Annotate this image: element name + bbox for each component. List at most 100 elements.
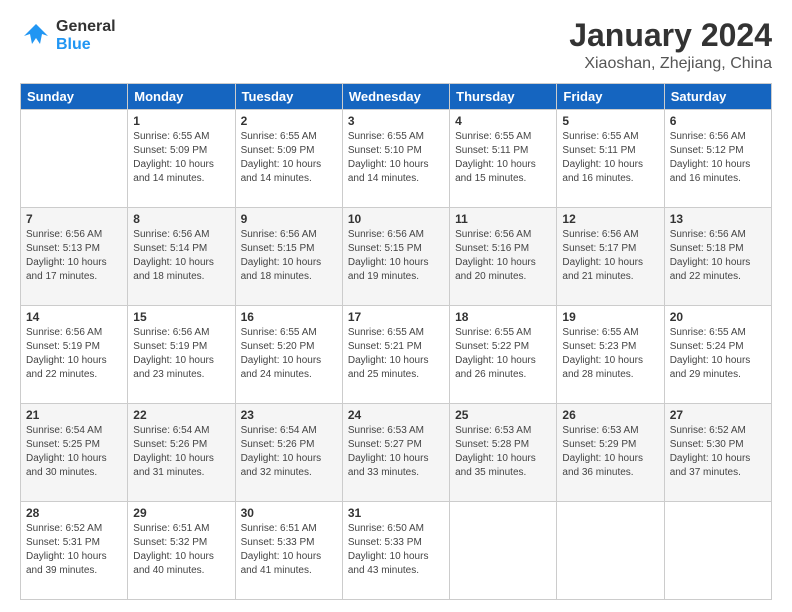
- weekday-header-friday: Friday: [557, 84, 664, 110]
- weekday-header-saturday: Saturday: [664, 84, 771, 110]
- day-number: 4: [455, 114, 551, 128]
- day-number: 26: [562, 408, 658, 422]
- day-info: Sunrise: 6:53 AMSunset: 5:27 PMDaylight:…: [348, 424, 444, 480]
- weekday-header-thursday: Thursday: [450, 84, 557, 110]
- day-number: 17: [348, 310, 444, 324]
- calendar-cell: 30 Sunrise: 6:51 AMSunset: 5:33 PMDaylig…: [235, 502, 342, 600]
- day-info: Sunrise: 6:56 AMSunset: 5:18 PMDaylight:…: [670, 228, 766, 284]
- calendar-cell: 4 Sunrise: 6:55 AMSunset: 5:11 PMDayligh…: [450, 110, 557, 208]
- calendar-cell: [664, 502, 771, 600]
- calendar-cell: 21 Sunrise: 6:54 AMSunset: 5:25 PMDaylig…: [21, 404, 128, 502]
- day-number: 15: [133, 310, 229, 324]
- logo: General Blue: [20, 18, 116, 53]
- day-info: Sunrise: 6:55 AMSunset: 5:11 PMDaylight:…: [455, 130, 551, 186]
- day-info: Sunrise: 6:56 AMSunset: 5:19 PMDaylight:…: [26, 326, 122, 382]
- header: General Blue January 2024 Xiaoshan, Zhej…: [20, 18, 772, 73]
- calendar-cell: 16 Sunrise: 6:55 AMSunset: 5:20 PMDaylig…: [235, 306, 342, 404]
- logo-general: General: [56, 18, 116, 35]
- week-row-4: 21 Sunrise: 6:54 AMSunset: 5:25 PMDaylig…: [21, 404, 772, 502]
- day-info: Sunrise: 6:56 AMSunset: 5:12 PMDaylight:…: [670, 130, 766, 186]
- day-info: Sunrise: 6:51 AMSunset: 5:32 PMDaylight:…: [133, 522, 229, 578]
- calendar-cell: 13 Sunrise: 6:56 AMSunset: 5:18 PMDaylig…: [664, 208, 771, 306]
- day-info: Sunrise: 6:53 AMSunset: 5:28 PMDaylight:…: [455, 424, 551, 480]
- logo-blue: Blue: [56, 36, 91, 53]
- day-number: 24: [348, 408, 444, 422]
- calendar-cell: 24 Sunrise: 6:53 AMSunset: 5:27 PMDaylig…: [342, 404, 449, 502]
- week-row-3: 14 Sunrise: 6:56 AMSunset: 5:19 PMDaylig…: [21, 306, 772, 404]
- calendar-cell: 11 Sunrise: 6:56 AMSunset: 5:16 PMDaylig…: [450, 208, 557, 306]
- week-row-2: 7 Sunrise: 6:56 AMSunset: 5:13 PMDayligh…: [21, 208, 772, 306]
- calendar-cell: 10 Sunrise: 6:56 AMSunset: 5:15 PMDaylig…: [342, 208, 449, 306]
- calendar-cell: 29 Sunrise: 6:51 AMSunset: 5:32 PMDaylig…: [128, 502, 235, 600]
- calendar-cell: 5 Sunrise: 6:55 AMSunset: 5:11 PMDayligh…: [557, 110, 664, 208]
- day-info: Sunrise: 6:56 AMSunset: 5:13 PMDaylight:…: [26, 228, 122, 284]
- day-number: 1: [133, 114, 229, 128]
- day-number: 14: [26, 310, 122, 324]
- day-number: 10: [348, 212, 444, 226]
- day-info: Sunrise: 6:56 AMSunset: 5:17 PMDaylight:…: [562, 228, 658, 284]
- logo-bird-icon: [20, 20, 52, 52]
- day-info: Sunrise: 6:52 AMSunset: 5:31 PMDaylight:…: [26, 522, 122, 578]
- day-number: 5: [562, 114, 658, 128]
- day-info: Sunrise: 6:55 AMSunset: 5:22 PMDaylight:…: [455, 326, 551, 382]
- day-number: 8: [133, 212, 229, 226]
- day-info: Sunrise: 6:56 AMSunset: 5:15 PMDaylight:…: [348, 228, 444, 284]
- calendar-cell: [21, 110, 128, 208]
- calendar-cell: 8 Sunrise: 6:56 AMSunset: 5:14 PMDayligh…: [128, 208, 235, 306]
- calendar-cell: 3 Sunrise: 6:55 AMSunset: 5:10 PMDayligh…: [342, 110, 449, 208]
- weekday-header-row: SundayMondayTuesdayWednesdayThursdayFrid…: [21, 84, 772, 110]
- calendar-cell: 27 Sunrise: 6:52 AMSunset: 5:30 PMDaylig…: [664, 404, 771, 502]
- day-info: Sunrise: 6:55 AMSunset: 5:20 PMDaylight:…: [241, 326, 337, 382]
- day-number: 29: [133, 506, 229, 520]
- calendar-cell: 6 Sunrise: 6:56 AMSunset: 5:12 PMDayligh…: [664, 110, 771, 208]
- day-info: Sunrise: 6:54 AMSunset: 5:25 PMDaylight:…: [26, 424, 122, 480]
- calendar-cell: 18 Sunrise: 6:55 AMSunset: 5:22 PMDaylig…: [450, 306, 557, 404]
- calendar-table: SundayMondayTuesdayWednesdayThursdayFrid…: [20, 83, 772, 600]
- day-info: Sunrise: 6:55 AMSunset: 5:24 PMDaylight:…: [670, 326, 766, 382]
- weekday-header-tuesday: Tuesday: [235, 84, 342, 110]
- title-block: January 2024 Xiaoshan, Zhejiang, China: [569, 18, 772, 73]
- day-number: 2: [241, 114, 337, 128]
- calendar-cell: 7 Sunrise: 6:56 AMSunset: 5:13 PMDayligh…: [21, 208, 128, 306]
- day-number: 25: [455, 408, 551, 422]
- day-info: Sunrise: 6:56 AMSunset: 5:14 PMDaylight:…: [133, 228, 229, 284]
- calendar-cell: 14 Sunrise: 6:56 AMSunset: 5:19 PMDaylig…: [21, 306, 128, 404]
- day-info: Sunrise: 6:52 AMSunset: 5:30 PMDaylight:…: [670, 424, 766, 480]
- day-info: Sunrise: 6:55 AMSunset: 5:11 PMDaylight:…: [562, 130, 658, 186]
- day-info: Sunrise: 6:56 AMSunset: 5:19 PMDaylight:…: [133, 326, 229, 382]
- day-number: 18: [455, 310, 551, 324]
- day-number: 22: [133, 408, 229, 422]
- calendar-cell: 12 Sunrise: 6:56 AMSunset: 5:17 PMDaylig…: [557, 208, 664, 306]
- day-number: 23: [241, 408, 337, 422]
- calendar-cell: 20 Sunrise: 6:55 AMSunset: 5:24 PMDaylig…: [664, 306, 771, 404]
- day-number: 6: [670, 114, 766, 128]
- calendar-cell: 28 Sunrise: 6:52 AMSunset: 5:31 PMDaylig…: [21, 502, 128, 600]
- calendar-cell: 31 Sunrise: 6:50 AMSunset: 5:33 PMDaylig…: [342, 502, 449, 600]
- calendar-cell: 19 Sunrise: 6:55 AMSunset: 5:23 PMDaylig…: [557, 306, 664, 404]
- day-number: 7: [26, 212, 122, 226]
- calendar-cell: 26 Sunrise: 6:53 AMSunset: 5:29 PMDaylig…: [557, 404, 664, 502]
- day-info: Sunrise: 6:55 AMSunset: 5:21 PMDaylight:…: [348, 326, 444, 382]
- day-number: 28: [26, 506, 122, 520]
- calendar-cell: 1 Sunrise: 6:55 AMSunset: 5:09 PMDayligh…: [128, 110, 235, 208]
- day-info: Sunrise: 6:54 AMSunset: 5:26 PMDaylight:…: [241, 424, 337, 480]
- day-number: 11: [455, 212, 551, 226]
- calendar-cell: [557, 502, 664, 600]
- day-number: 13: [670, 212, 766, 226]
- main-title: January 2024: [569, 18, 772, 53]
- day-info: Sunrise: 6:55 AMSunset: 5:09 PMDaylight:…: [133, 130, 229, 186]
- day-info: Sunrise: 6:50 AMSunset: 5:33 PMDaylight:…: [348, 522, 444, 578]
- calendar-cell: 2 Sunrise: 6:55 AMSunset: 5:09 PMDayligh…: [235, 110, 342, 208]
- day-info: Sunrise: 6:53 AMSunset: 5:29 PMDaylight:…: [562, 424, 658, 480]
- day-info: Sunrise: 6:55 AMSunset: 5:09 PMDaylight:…: [241, 130, 337, 186]
- day-info: Sunrise: 6:54 AMSunset: 5:26 PMDaylight:…: [133, 424, 229, 480]
- calendar-cell: 25 Sunrise: 6:53 AMSunset: 5:28 PMDaylig…: [450, 404, 557, 502]
- day-number: 19: [562, 310, 658, 324]
- day-number: 3: [348, 114, 444, 128]
- calendar-cell: 17 Sunrise: 6:55 AMSunset: 5:21 PMDaylig…: [342, 306, 449, 404]
- day-number: 21: [26, 408, 122, 422]
- day-number: 12: [562, 212, 658, 226]
- calendar-cell: 22 Sunrise: 6:54 AMSunset: 5:26 PMDaylig…: [128, 404, 235, 502]
- calendar-cell: [450, 502, 557, 600]
- day-info: Sunrise: 6:51 AMSunset: 5:33 PMDaylight:…: [241, 522, 337, 578]
